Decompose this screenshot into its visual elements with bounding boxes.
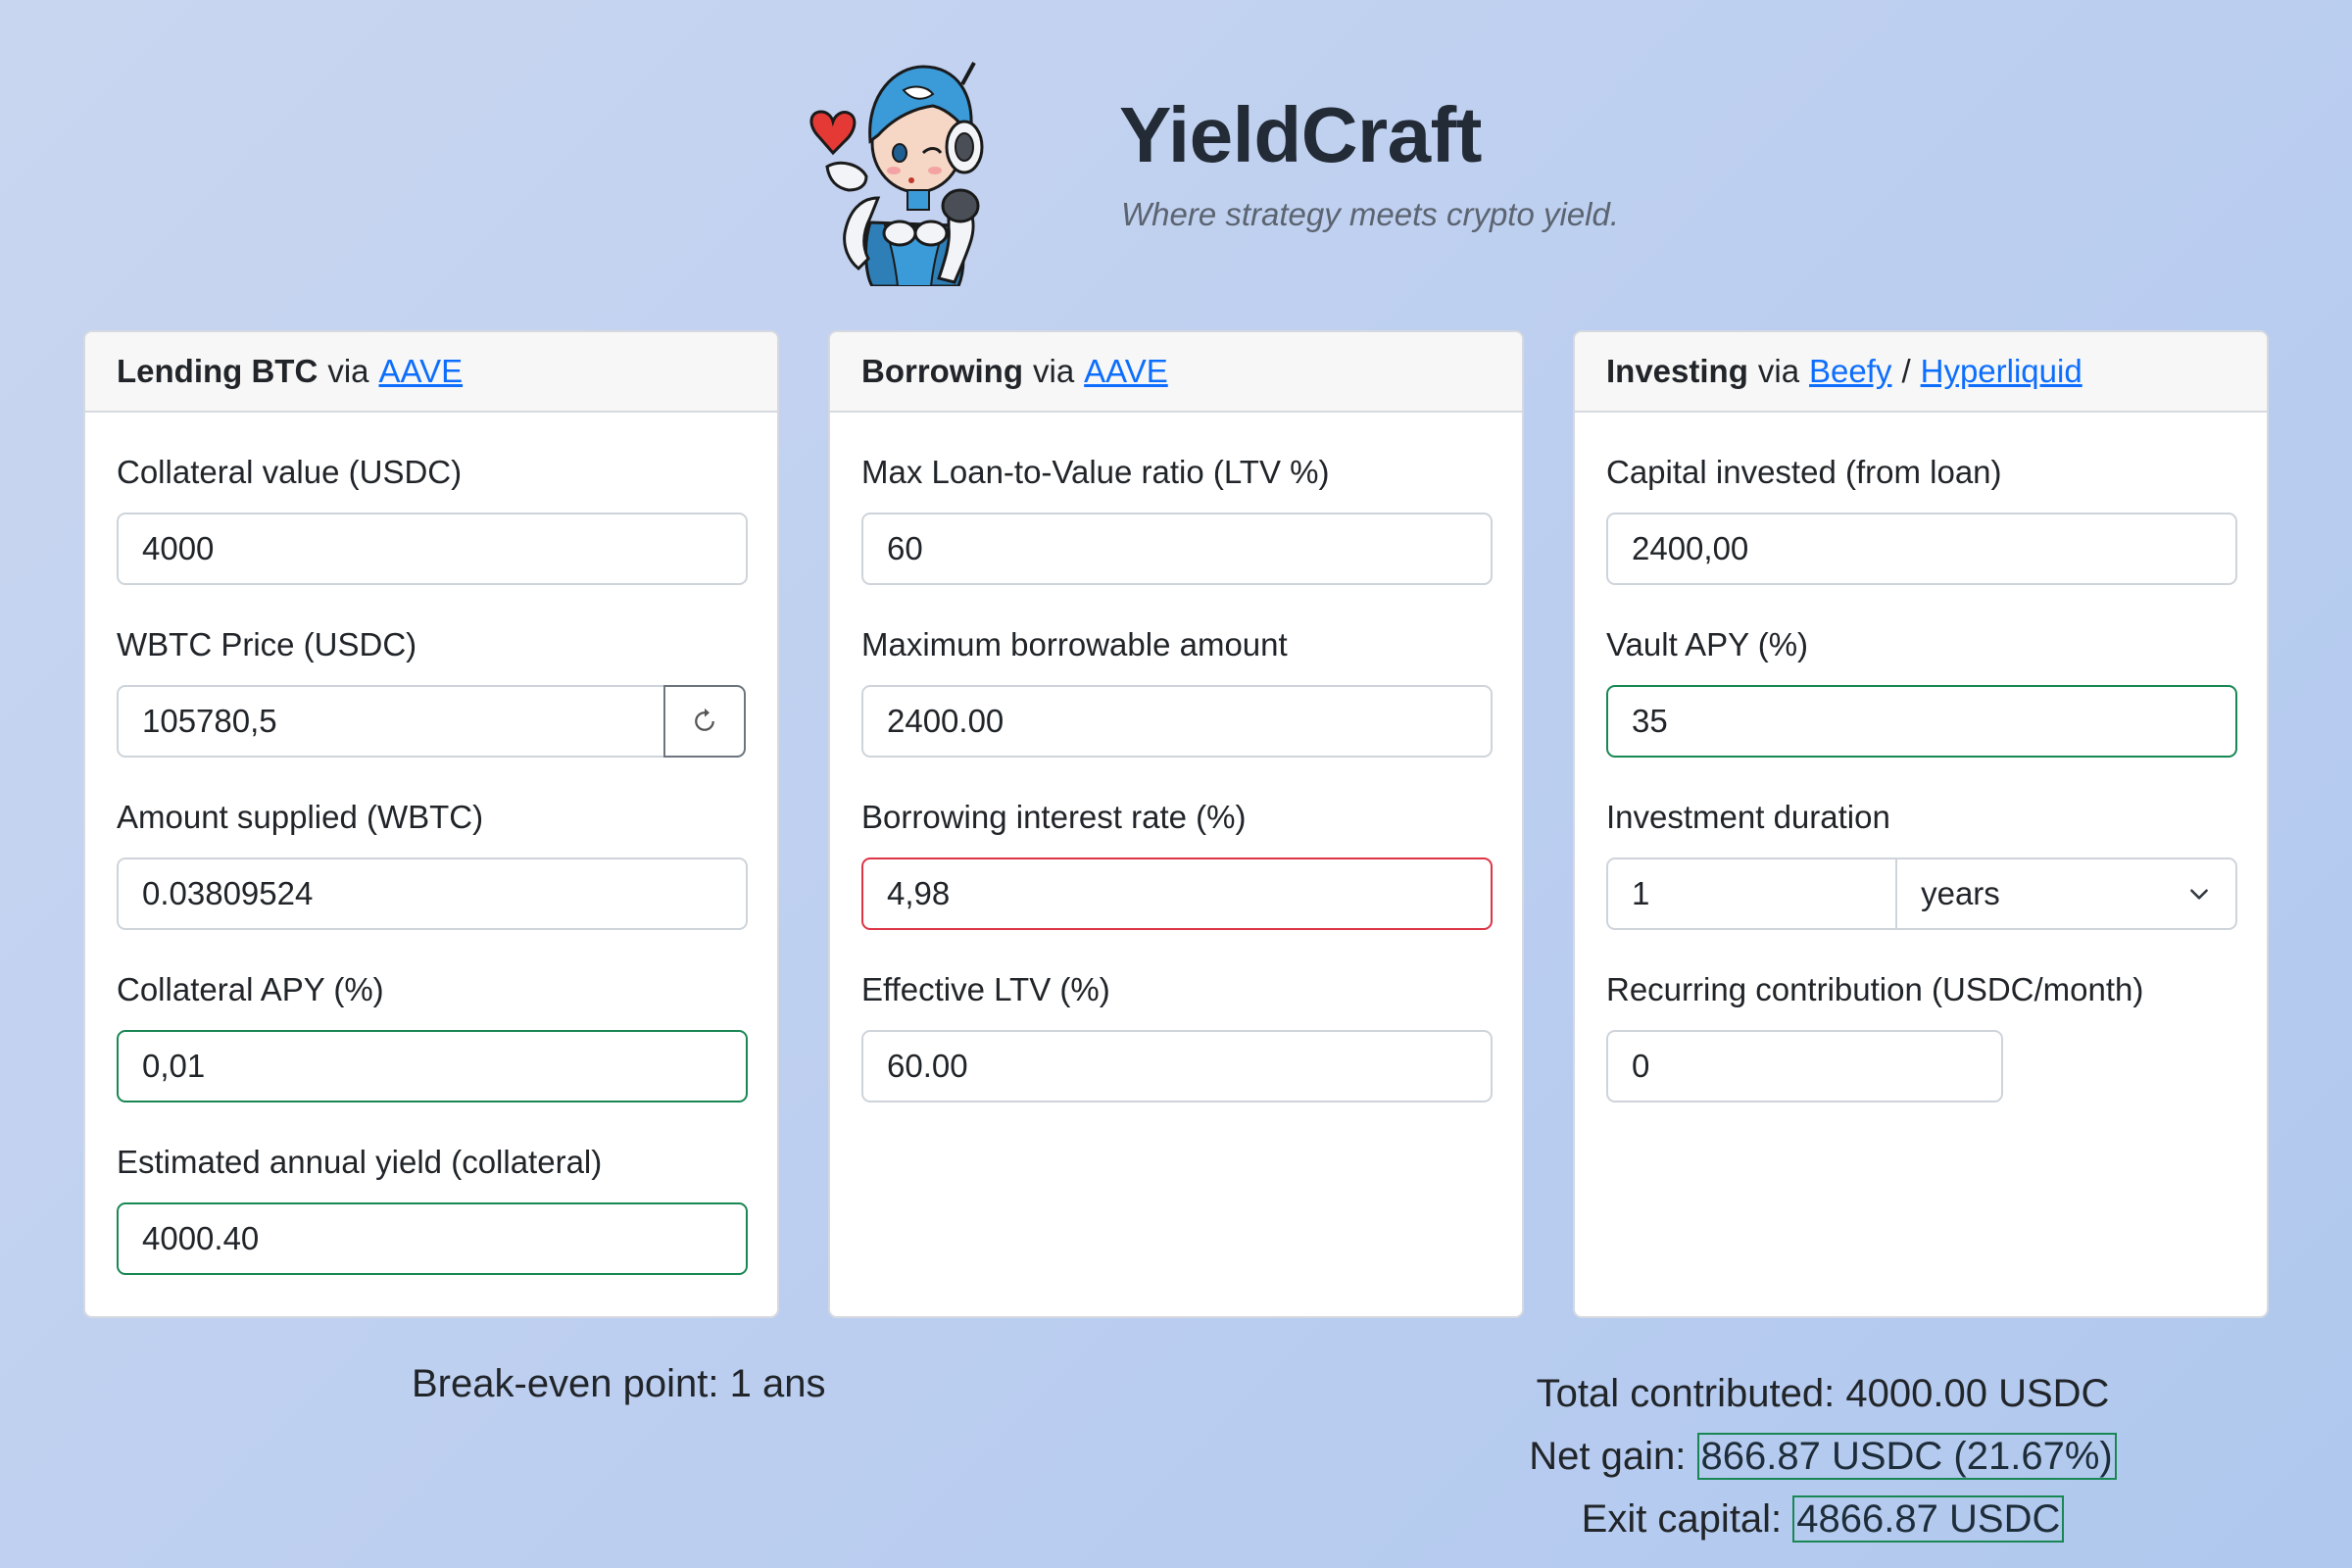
- amount-supplied-input[interactable]: 0.03809524: [117, 858, 748, 930]
- beefy-link[interactable]: Beefy: [1809, 353, 1891, 390]
- investing-via-text: via: [1757, 353, 1800, 389]
- interest-rate-label: Borrowing interest rate (%): [861, 799, 1247, 835]
- annual-yield-label: Estimated annual yield (collateral): [117, 1144, 603, 1180]
- investing-card-header: Investing via Beefy / Hyperliquid: [1575, 332, 2267, 413]
- chevron-down-icon: [2190, 889, 2208, 900]
- collateral-apy-label: Collateral APY (%): [117, 971, 384, 1007]
- vault-apy-field: Vault APY (%) 35: [1606, 620, 2237, 758]
- results-summary: Total contributed: 4000.00 USDC Net gain…: [1411, 1362, 2234, 1550]
- wbtc-price-label: WBTC Price (USDC): [117, 626, 417, 662]
- interest-rate-input[interactable]: 4,98: [861, 858, 1493, 930]
- collateral-value-label: Collateral value (USDC): [117, 454, 463, 490]
- amount-supplied-label: Amount supplied (WBTC): [117, 799, 484, 835]
- duration-label: Investment duration: [1606, 799, 1890, 835]
- exit-capital-label: Exit capital:: [1581, 1497, 1783, 1541]
- capital-invested-label: Capital invested (from loan): [1606, 454, 2002, 490]
- aave-link-borrowing[interactable]: AAVE: [1084, 353, 1168, 390]
- wbtc-price-field: WBTC Price (USDC) 105780,5: [117, 620, 746, 758]
- recurring-field: Recurring contribution (USDC/month) 0: [1606, 965, 2235, 1102]
- borrowing-card-header: Borrowing via AAVE: [830, 332, 1522, 413]
- max-borrowable-field: Maximum borrowable amount 2400.00: [861, 620, 1493, 758]
- exit-capital-value: 4866.87 USDC: [1792, 1495, 2065, 1543]
- max-ltv-label: Max Loan-to-Value ratio (LTV %): [861, 454, 1330, 490]
- lending-via-text: via: [327, 353, 369, 389]
- annual-yield-field: Estimated annual yield (collateral) 4000…: [117, 1138, 748, 1275]
- capital-invested-field: Capital invested (from loan) 2400,00: [1606, 448, 2237, 585]
- borrowing-card: Borrowing via AAVE Max Loan-to-Value rat…: [828, 330, 1524, 1318]
- vault-apy-input[interactable]: 35: [1606, 685, 2237, 758]
- total-contributed-label: Total contributed:: [1536, 1372, 1836, 1415]
- lending-card-header: Lending BTC via AAVE: [85, 332, 777, 413]
- duration-field: Investment duration 1 years: [1606, 793, 2237, 930]
- hyperliquid-link[interactable]: Hyperliquid: [1921, 353, 2082, 390]
- investing-card-title: Investing: [1606, 353, 1748, 389]
- heart-icon: [809, 110, 857, 156]
- recurring-label: Recurring contribution (USDC/month): [1606, 971, 2144, 1007]
- max-ltv-field: Max Loan-to-Value ratio (LTV %) 60: [861, 448, 1493, 585]
- annual-yield-input[interactable]: 4000.40: [117, 1202, 748, 1275]
- recurring-input[interactable]: 0: [1606, 1030, 2003, 1102]
- effective-ltv-label: Effective LTV (%): [861, 971, 1110, 1007]
- interest-rate-field: Borrowing interest rate (%) 4,98: [861, 793, 1493, 930]
- duration-input[interactable]: 1: [1606, 858, 1898, 930]
- aave-link-lending[interactable]: AAVE: [379, 353, 464, 390]
- total-contributed-line: Total contributed: 4000.00 USDC: [1411, 1362, 2234, 1425]
- refresh-price-button[interactable]: [663, 685, 746, 758]
- lending-card-title: Lending BTC: [117, 353, 318, 389]
- effective-ltv-field: Effective LTV (%) 60.00: [861, 965, 1493, 1102]
- net-gain-line: Net gain: 866.87 USDC (21.67%): [1411, 1425, 2234, 1488]
- app-tagline: Where strategy meets crypto yield.: [1121, 196, 1620, 232]
- collateral-apy-field: Collateral APY (%) 0,01: [117, 965, 748, 1102]
- max-borrowable-label: Maximum borrowable amount: [861, 626, 1288, 662]
- max-borrowable-input[interactable]: 2400.00: [861, 685, 1493, 758]
- collateral-value-input[interactable]: 4000: [117, 513, 748, 585]
- breakeven-text: Break-even point: 1 ans: [412, 1362, 826, 1405]
- net-gain-label: Net gain:: [1529, 1435, 1687, 1478]
- app-title: YieldCraft: [1119, 91, 1482, 178]
- exit-capital-line: Exit capital: 4866.87 USDC: [1411, 1488, 2234, 1550]
- effective-ltv-input[interactable]: 60.00: [861, 1030, 1493, 1102]
- header: YieldCraft Where strategy meets crypto y…: [0, 0, 2352, 294]
- borrowing-card-title: Borrowing: [861, 353, 1023, 389]
- duration-unit-value: years: [1921, 875, 2000, 911]
- wbtc-price-input[interactable]: 105780,5: [117, 685, 665, 758]
- duration-unit-select[interactable]: years: [1897, 858, 2237, 930]
- collateral-apy-input[interactable]: 0,01: [117, 1030, 748, 1102]
- refresh-icon: [695, 708, 714, 731]
- max-ltv-input[interactable]: 60: [861, 513, 1493, 585]
- collateral-value-field: Collateral value (USDC) 4000: [117, 448, 748, 585]
- amount-supplied-field: Amount supplied (WBTC) 0.03809524: [117, 793, 748, 930]
- link-separator: /: [1901, 353, 1911, 389]
- net-gain-value: 866.87 USDC (21.67%): [1696, 1433, 2117, 1480]
- robot-girl-mascot-icon: [809, 62, 984, 286]
- borrowing-via-text: via: [1032, 353, 1075, 389]
- capital-invested-input[interactable]: 2400,00: [1606, 513, 2237, 585]
- lending-card: Lending BTC via AAVE Collateral value (U…: [83, 330, 779, 1318]
- vault-apy-label: Vault APY (%): [1606, 626, 1809, 662]
- total-contributed-value: 4000.00 USDC: [1845, 1372, 2110, 1415]
- investing-card: Investing via Beefy / Hyperliquid Capita…: [1573, 330, 2269, 1318]
